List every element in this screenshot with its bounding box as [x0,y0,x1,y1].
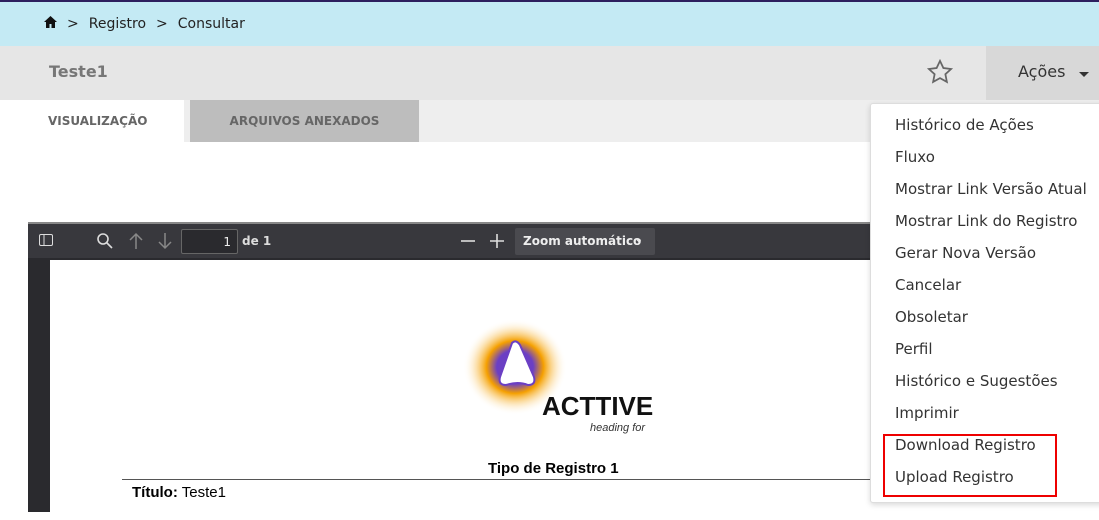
menu-item-cancelar[interactable]: Cancelar [895,276,961,294]
page-number-input[interactable]: 1 [181,229,238,254]
menu-item-obsoletar[interactable]: Obsoletar [895,308,968,326]
breadcrumb-registro[interactable]: Registro [89,16,146,32]
svg-text:heading for: heading for [590,422,646,434]
page-title: Teste1 [49,62,108,81]
chevron-down-icon: ⌄ [634,234,643,245]
acttive-logo: ACTTIVE heading for [450,315,670,439]
divider [122,479,922,480]
tab-visualizacao[interactable]: VISUALIZAÇÃO [0,100,184,142]
actions-dropdown-button[interactable]: Ações [986,46,1099,100]
title-label: Título: [132,484,178,501]
highlight-box [883,434,1057,497]
title-value: Teste1 [181,484,226,501]
menu-item-mostrar-link-do-registro[interactable]: Mostrar Link do Registro [895,212,1077,230]
zoom-select[interactable]: Zoom automático ⌄ [515,228,655,255]
previous-page-icon[interactable] [127,232,145,253]
menu-item-gerar-nova-versao[interactable]: Gerar Nova Versão [895,244,1036,262]
document-heading: Tipo de Registro 1 [488,460,619,477]
sidebar-toggle-icon[interactable] [38,232,54,251]
menu-item-imprimir[interactable]: Imprimir [895,404,959,422]
tab-arquivos-anexados[interactable]: ARQUIVOS ANEXADOS [190,100,419,142]
page-header: Teste1 Ações [0,46,1099,100]
zoom-in-icon[interactable] [489,232,505,253]
favorite-star-icon[interactable] [926,58,954,90]
search-icon[interactable] [96,232,114,253]
menu-item-historico-e-sugestoes[interactable]: Histórico e Sugestões [895,372,1058,390]
menu-item-perfil[interactable]: Perfil [895,340,933,358]
zoom-value: Zoom automático [523,234,642,248]
actions-label: Ações [1018,62,1066,81]
menu-item-mostrar-link-versao-atual[interactable]: Mostrar Link Versão Atual [895,180,1087,198]
menu-item-fluxo[interactable]: Fluxo [895,148,935,166]
breadcrumb-consultar[interactable]: Consultar [178,16,245,32]
actions-menu: Histórico de Ações Fluxo Mostrar Link Vers… [870,103,1099,503]
svg-text:ACTTIVE: ACTTIVE [542,391,653,421]
next-page-icon[interactable] [156,232,174,253]
page-count: de 1 [242,234,272,248]
breadcrumb: > Registro > Consultar [0,2,1099,46]
breadcrumb-separator: > [156,16,168,32]
zoom-out-icon[interactable] [460,232,476,253]
title-field: Título: Teste1 [132,484,226,501]
home-icon[interactable] [44,16,57,32]
menu-item-historico-de-acoes[interactable]: Histórico de Ações [895,116,1034,134]
breadcrumb-separator: > [67,16,79,32]
caret-down-icon [1079,72,1089,77]
